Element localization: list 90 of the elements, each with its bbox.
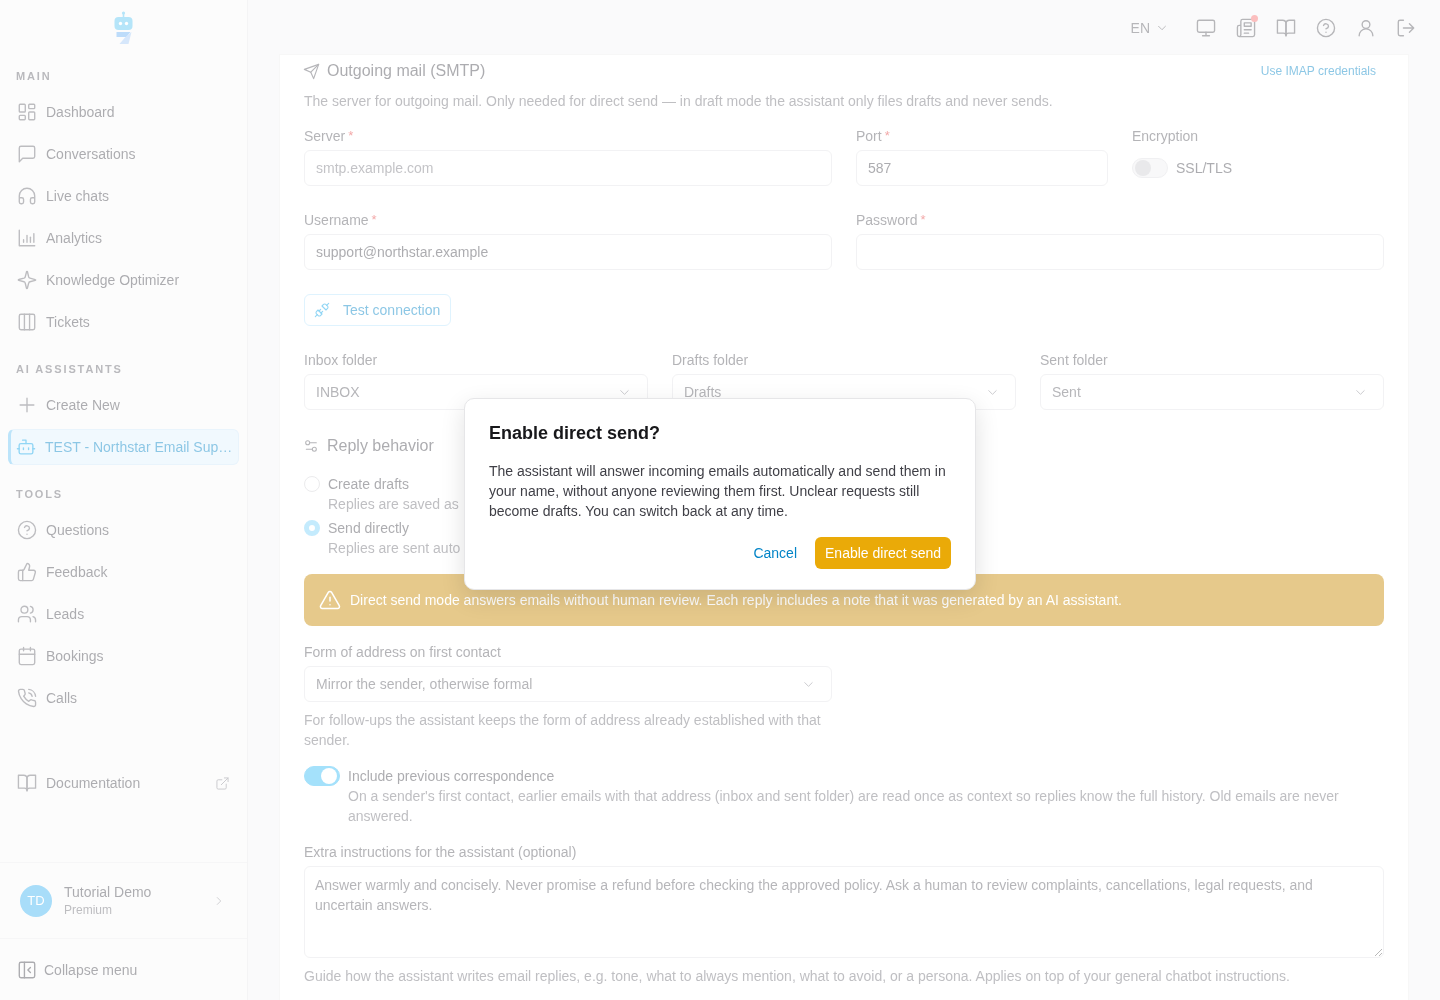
help-icon[interactable]	[1317, 18, 1335, 37]
warning-icon	[320, 590, 340, 610]
text-input[interactable]: support@northstar.example	[304, 234, 832, 270]
robot-logo-icon	[112, 11, 135, 45]
phone-icon	[18, 689, 36, 707]
newspaper-icon[interactable]	[1237, 18, 1255, 37]
sliders-icon	[304, 439, 318, 453]
logout-icon[interactable]	[1397, 18, 1415, 37]
required-mark: *	[884, 127, 890, 145]
documentation-link[interactable]: Documentation	[8, 765, 239, 801]
book-icon	[18, 774, 36, 792]
avatar: TD	[20, 884, 52, 917]
section-label: TOOLS	[15, 487, 64, 501]
toggle-label: Include previous correspondence	[348, 768, 555, 784]
toggle-description: On a sender's first contact, earlier emails with that address (inbox and sent folder) are read once as context so replies know the full history. Old emails are never answered.	[347, 787, 1340, 826]
sidebar-item[interactable]: Leads	[8, 596, 239, 632]
text-input[interactable]: smtp.example.com	[304, 150, 832, 186]
columns-icon	[18, 313, 36, 331]
section-title: Outgoing mail (SMTP)	[327, 62, 486, 80]
radio-label[interactable]: Send directly	[328, 520, 409, 536]
field-label: Inbox folder	[304, 351, 378, 369]
people-icon	[18, 605, 36, 623]
sidebar-item[interactable]: Feedback	[8, 554, 239, 590]
cancel-button[interactable]: Cancel	[745, 537, 806, 569]
plug-icon	[315, 303, 329, 317]
sidebar-item[interactable]: Questions	[8, 512, 239, 548]
required-mark: *	[920, 211, 926, 229]
instructions-textarea[interactable]: Answer warmly and concisely. Never promise a refund before checking the approved policy. Ask a human to review complaints, cancellations, legal requests, and uncertain answers.	[304, 866, 1384, 958]
radio-button[interactable]	[304, 520, 320, 536]
language-selector[interactable]: EN	[1130, 19, 1168, 36]
paper-plane-icon	[304, 63, 319, 79]
select-field[interactable]: Sent	[1040, 374, 1384, 410]
field-label: Port	[856, 127, 882, 145]
confirm-button[interactable]: Enable direct send	[815, 537, 951, 569]
field-label: Extra instructions for the assistant (optional)	[304, 843, 577, 861]
robot-icon	[17, 438, 35, 456]
thumbs-up-icon	[18, 563, 36, 581]
field-label: Password	[856, 211, 918, 229]
warning-text: Direct send mode answers emails without human review. Each reply includes a note that it was generated by an AI assistant.	[350, 592, 1122, 608]
plan-label: Premium	[64, 903, 113, 917]
field-hint: For follow-ups the assistant keeps the form of address already established with that sender.	[304, 711, 822, 750]
sidebar-item[interactable]: Calls	[8, 680, 239, 716]
book-icon[interactable]	[1277, 18, 1295, 37]
calendar-icon	[18, 647, 36, 665]
sidebar-item[interactable]: TEST - Northstar Email Sup…	[8, 429, 239, 465]
select-field[interactable]: Mirror the sender, otherwise formal	[304, 666, 832, 702]
user-name: Tutorial Demo	[64, 884, 152, 901]
section-description: The server for outgoing mail. Only needed for direct send — in draft mode the assistant only files drafts and never sends.	[304, 92, 1054, 111]
monitor-icon[interactable]	[1197, 18, 1215, 37]
user-icon[interactable]	[1357, 18, 1375, 37]
sidebar-item[interactable]: Create New	[8, 387, 239, 423]
dialog-message: The assistant will answer incoming emails automatically and send them in your name, without anyone reviewing them first. Unclear requests still become drafts. You can switch back at any time.	[489, 462, 947, 521]
dialog-title: Enable direct send?	[489, 422, 662, 445]
text-input[interactable]: 587	[856, 150, 1108, 186]
field-label: Encryption	[1132, 127, 1199, 145]
field-label: Server	[304, 127, 346, 145]
sidebar-item[interactable]: Analytics	[8, 220, 239, 256]
section-label: MAIN	[15, 69, 52, 83]
plus-icon	[18, 396, 36, 414]
sidebar-item[interactable]: Bookings	[8, 638, 239, 674]
external-link-icon	[216, 776, 229, 790]
sidebar-item[interactable]: Knowledge Optimizer	[8, 262, 239, 298]
section-label: AI ASSISTANTS	[15, 362, 123, 376]
field-hint: Guide how the assistant writes email replies, e.g. tone, what to always mention, what to avoid, or a persona. Applies on top of your general chatbot instructions.	[304, 967, 1291, 986]
sidebar-item[interactable]: Live chats	[8, 178, 239, 214]
radio-description: Replies are saved as	[328, 496, 459, 512]
chat-bubble-icon	[18, 145, 36, 163]
imap-credentials-link[interactable]: Use IMAP credentials	[1260, 64, 1376, 78]
field-label: Drafts folder	[672, 351, 749, 369]
section-title: Reply behavior	[327, 437, 434, 455]
field-label: Form of address on first contact	[304, 643, 501, 661]
field-label: Username	[304, 211, 369, 229]
collapse-menu-button[interactable]: Collapse menu	[18, 960, 138, 979]
headphones-icon	[18, 187, 36, 205]
required-mark: *	[371, 211, 377, 229]
test-connection-button[interactable]: Test connection	[304, 294, 452, 326]
grid-icon	[18, 103, 36, 121]
sidebar-item[interactable]: Conversations	[8, 136, 239, 172]
radio-label[interactable]: Create drafts	[328, 476, 409, 492]
field-label: Sent folder	[1040, 351, 1108, 369]
sidebar-item[interactable]: Tickets	[8, 304, 239, 340]
radio-description: Replies are sent auto	[328, 540, 461, 556]
sparkles-icon	[18, 271, 36, 289]
collapse-panel-icon	[18, 960, 36, 979]
toggle-switch[interactable]	[304, 766, 340, 786]
toggle-label: SSL/TLS	[1176, 160, 1233, 176]
question-circle-icon	[18, 521, 36, 539]
required-mark: *	[348, 127, 354, 145]
sidebar-item[interactable]: Dashboard	[8, 94, 239, 130]
bar-chart-icon	[18, 229, 36, 247]
